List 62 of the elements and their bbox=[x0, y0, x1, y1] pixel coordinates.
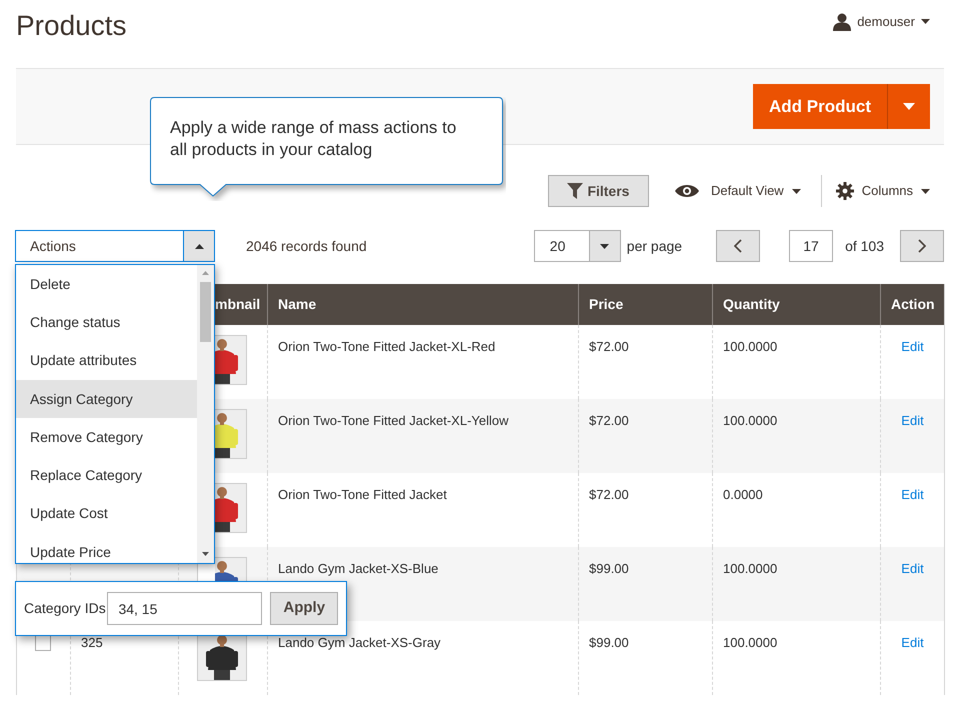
table-cell: 100.0000 bbox=[723, 339, 778, 354]
table-cell: Lando Gym Jacket-XS-Gray bbox=[278, 635, 441, 650]
column-header[interactable]: Name bbox=[268, 284, 578, 325]
menu-item[interactable]: Assign Category bbox=[16, 380, 197, 418]
menu-item[interactable]: Update attributes bbox=[16, 342, 197, 380]
records-count: 2046 records found bbox=[246, 236, 367, 256]
table-cell: $99.00 bbox=[589, 561, 629, 576]
edit-link[interactable]: Edit bbox=[901, 339, 924, 354]
menu-item[interactable]: Remove Category bbox=[16, 418, 197, 456]
menu-item[interactable]: Update Cost bbox=[16, 494, 197, 534]
field-label: Category IDs bbox=[24, 599, 107, 618]
caret-icon bbox=[921, 19, 930, 24]
table-cell: Orion Two-Tone Fitted Jacket-XL-Yellow bbox=[278, 413, 508, 428]
table-cell: $72.00 bbox=[589, 487, 629, 502]
caret-icon bbox=[792, 188, 801, 194]
chevron-right-icon bbox=[918, 239, 926, 253]
edit-link[interactable]: Edit bbox=[901, 635, 924, 650]
table-cell: 100.0000 bbox=[723, 635, 778, 650]
previous-page-button[interactable] bbox=[716, 230, 760, 262]
edit-link[interactable]: Edit bbox=[901, 413, 924, 428]
gear-icon bbox=[836, 182, 854, 200]
per-page-select[interactable]: 20 bbox=[534, 230, 621, 262]
apply-button[interactable]: Apply bbox=[270, 592, 338, 625]
eye-icon bbox=[674, 184, 699, 198]
table-cell: Orion Two-Tone Fitted Jacket bbox=[278, 487, 447, 502]
column-header[interactable]: Quantity bbox=[712, 284, 880, 325]
funnel-icon bbox=[567, 183, 584, 199]
chevron-left-icon bbox=[734, 239, 742, 253]
tooltip-text: Apply a wide range of mass actions to all products in your catalog bbox=[169, 117, 458, 162]
filters-button[interactable]: Filters bbox=[548, 175, 649, 207]
table-cell: Orion Two-Tone Fitted Jacket-XL-Red bbox=[278, 339, 496, 354]
table-cell: 0.0000 bbox=[723, 487, 763, 502]
page-total: of 103 bbox=[845, 236, 884, 256]
menu-item[interactable]: Update Price bbox=[16, 533, 197, 563]
edit-link[interactable]: Edit bbox=[901, 487, 924, 502]
columns-dropdown[interactable]: Columns bbox=[836, 181, 930, 201]
page-title: Products bbox=[16, 12, 126, 40]
category-ids-field[interactable]: 34, 15 bbox=[107, 592, 262, 625]
table-cell: $72.00 bbox=[589, 413, 629, 428]
user-menu[interactable]: demouser bbox=[833, 12, 944, 32]
caret-icon bbox=[600, 244, 610, 248]
column-header[interactable]: Price bbox=[578, 284, 712, 325]
column-header[interactable]: Action bbox=[880, 284, 944, 325]
menu-item[interactable]: Replace Category bbox=[16, 456, 197, 495]
edit-link[interactable]: Edit bbox=[901, 561, 924, 576]
per-page-label: per page bbox=[626, 236, 682, 256]
next-page-button[interactable] bbox=[900, 230, 944, 262]
page-input[interactable]: 17 bbox=[789, 230, 834, 262]
table-cell: Lando Gym Jacket-XS-Blue bbox=[278, 561, 438, 576]
user-icon bbox=[833, 12, 852, 31]
add-product-button[interactable]: Add Product bbox=[753, 84, 930, 129]
table-cell: $99.00 bbox=[589, 635, 629, 650]
caret-icon bbox=[194, 244, 204, 248]
actions-select[interactable]: Actions bbox=[15, 230, 215, 262]
view-dropdown[interactable]: Default View bbox=[674, 181, 801, 201]
caret-icon bbox=[921, 188, 930, 194]
table-cell: 100.0000 bbox=[723, 561, 778, 576]
table-cell: 325 bbox=[81, 635, 103, 650]
caret-icon bbox=[903, 103, 915, 110]
table-cell: 100.0000 bbox=[723, 413, 778, 428]
row-checkbox[interactable] bbox=[35, 635, 51, 651]
table-cell: $72.00 bbox=[589, 339, 629, 354]
